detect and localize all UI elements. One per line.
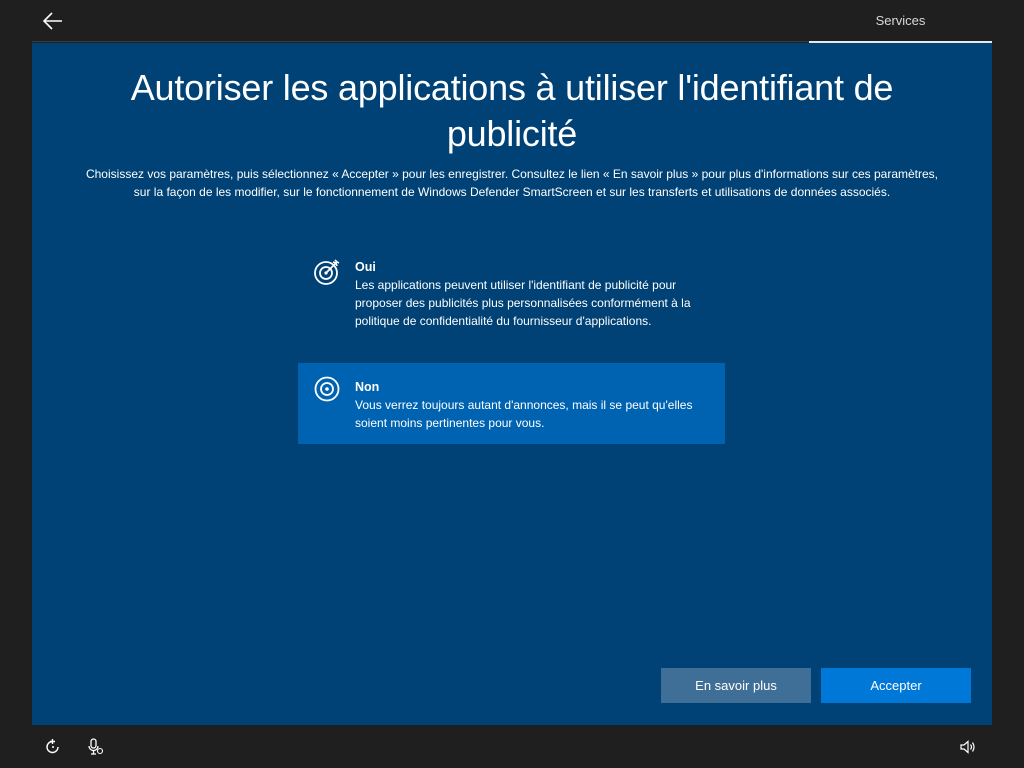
arrow-left-icon [43, 12, 62, 30]
back-button[interactable] [38, 7, 68, 35]
learn-more-button[interactable]: En savoir plus [661, 668, 811, 703]
top-divider [32, 41, 809, 42]
ease-of-access-icon [46, 739, 59, 754]
bottom-bar [0, 725, 1024, 768]
volume-icon [960, 740, 975, 754]
tab-services: Services [875, 13, 926, 28]
top-bar: Services [0, 0, 1024, 42]
option-yes-title: Oui [355, 260, 376, 274]
microphone-button[interactable] [86, 737, 106, 757]
option-yes[interactable]: Oui Les applications peuvent utiliser l'… [298, 250, 725, 340]
option-no[interactable]: Non Vous verrez toujours autant d'annonc… [298, 363, 725, 444]
setup-panel: Autoriser les applications à utiliser l'… [32, 43, 992, 725]
option-no-description: Vous verrez toujours autant d'annonces, … [355, 398, 693, 430]
microphone-icon [88, 738, 104, 755]
option-yes-description: Les applications peuvent utiliser l'iden… [355, 278, 691, 328]
option-no-title: Non [355, 380, 380, 394]
page-description: Choisissez vos paramètres, puis sélectio… [85, 167, 939, 199]
accept-button[interactable]: Accepter [821, 668, 971, 703]
volume-button[interactable] [958, 737, 978, 757]
circle-target-icon [314, 376, 340, 402]
ease-of-access-button[interactable] [43, 737, 63, 757]
target-icon [314, 259, 340, 285]
page-title: Autoriser les applications à utiliser l'… [130, 67, 894, 154]
